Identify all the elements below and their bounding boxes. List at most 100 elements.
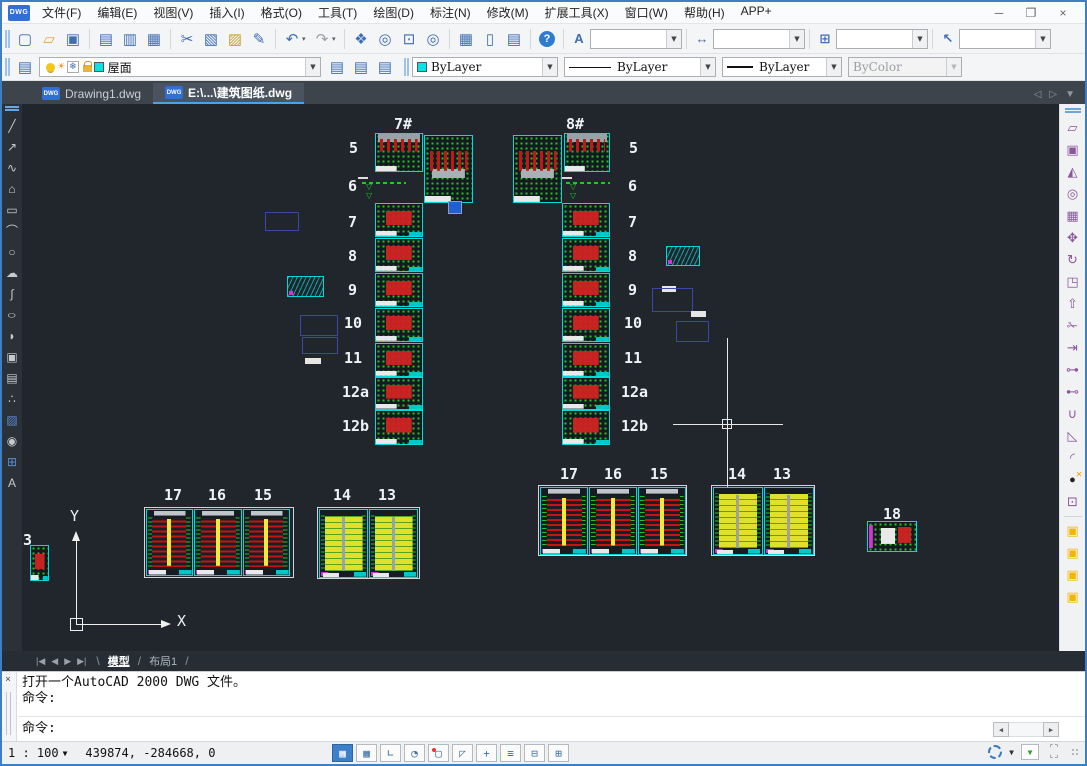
command-scrollbar[interactable]: ◀ ▶ [993,722,1059,737]
layer-combo-dropdown[interactable]: ▼ [305,58,320,76]
trim-button[interactable]: ✁ [1062,315,1084,337]
drawing-entity-floor[interactable] [375,343,423,377]
drawing-entity-floor[interactable] [562,377,610,410]
annotation-dropdown[interactable]: ▼ [1021,744,1039,760]
menu-item-10[interactable]: 窗口(W) [617,2,676,23]
sheet-nav-0[interactable]: |◀ [36,656,45,667]
erase-button[interactable]: ▱ [1062,117,1084,139]
toolbar-grip[interactable] [5,30,10,48]
drawing-entity-plan18[interactable] [867,521,917,552]
undo-button[interactable]: ↶ [280,27,304,51]
toolbar-grip[interactable] [5,58,10,76]
circle-tool[interactable]: ○ [3,241,21,262]
canvas-text-label[interactable]: 13 [773,466,791,483]
drawing-canvas[interactable]: Y X 7#8#56789101112a12b56789101112a12b17… [22,104,1059,651]
sheet-nav-1[interactable]: ◀ [51,656,58,667]
drawing-entity-floor-top[interactable] [564,133,610,172]
command-drag-grip[interactable] [6,692,11,735]
linetype-combo[interactable]: ByLayer ▼ [564,57,716,77]
cut-button[interactable]: ✂ [175,27,199,51]
drawing-entity-wfrag[interactable] [691,311,706,317]
ellipse-tool[interactable]: ○ [3,304,21,325]
restore-button[interactable]: ❐ [1017,4,1045,22]
command-close-icon[interactable]: × [5,674,11,685]
canvas-text-label[interactable]: 10 [344,315,362,332]
layer-properties-button[interactable]: ▤ [13,55,37,79]
canvas-text-label[interactable]: 6 [628,178,637,195]
drawing-entity-navy[interactable] [302,337,338,354]
scale-dropdown-icon[interactable]: ▼ [63,749,68,758]
selection-cycling-toggle[interactable]: ⊞ [548,744,569,762]
mleader-style-combo-dropdown[interactable]: ▼ [1035,30,1050,48]
canvas-text-label[interactable]: 8 [348,248,357,265]
open-button[interactable]: ▱ [37,27,61,51]
menu-item-12[interactable]: APP+ [733,2,780,23]
table-style-icon[interactable]: ⊞ [814,28,836,50]
point-tool[interactable]: ∴ [3,388,21,409]
canvas-text-label[interactable]: 6 [348,178,357,195]
grid-toggle[interactable]: ▦ [356,744,377,762]
menu-item-5[interactable]: 工具(T) [310,2,365,23]
break-at-point-button[interactable]: ⊶ [1062,359,1084,381]
canvas-text-label[interactable]: 11 [624,350,642,367]
toolbar-grip[interactable] [404,58,409,76]
redo-button[interactable]: ↷ [310,27,334,51]
save-button[interactable]: ▣ [61,27,85,51]
send-under-objects-button[interactable]: ▣ [1062,586,1084,608]
drawing-entity-floor-top[interactable] [375,133,423,172]
wipeout-button[interactable]: ⊡ [1062,491,1084,513]
hatch-tool[interactable]: ▨ [3,409,21,430]
extend-button[interactable]: ⇥ [1062,337,1084,359]
color-combo-dropdown[interactable]: ▼ [542,58,557,76]
polygon-tool[interactable]: ⌂ [3,178,21,199]
move-button[interactable]: ✥ [1062,227,1084,249]
drawing-entity-navy[interactable] [265,212,299,231]
canvas-text-label[interactable]: 12a [342,384,369,401]
lineweight-combo[interactable]: ByLayer ▼ [722,57,842,77]
drawing-entity-tower-yellow[interactable] [713,487,763,555]
polar-toggle[interactable]: ◔ [404,744,425,762]
drawing-entity-floor[interactable] [375,377,423,410]
fillet-button[interactable]: ◜ [1062,447,1084,469]
ellipse-arc-tool[interactable]: ◗ [3,325,21,346]
drawing-entity-tower-red[interactable] [589,487,637,555]
canvas-text-label[interactable]: 12a [621,384,648,401]
properties-palette-button[interactable]: ▯ [478,27,502,51]
canvas-text-label[interactable]: 3 [23,532,32,549]
toolbar-grip[interactable] [1065,108,1081,113]
print-preview-button[interactable]: ▥ [118,27,142,51]
offset-button[interactable]: ◎ [1062,183,1084,205]
menu-item-1[interactable]: 编辑(E) [89,2,145,23]
table-style-combo[interactable]: ▼ [836,29,928,49]
menu-item-3[interactable]: 插入(I) [201,2,252,23]
rectangle-tool[interactable]: ▭ [3,199,21,220]
canvas-text-label[interactable]: 8 [628,248,637,265]
drawing-entity-floor[interactable] [562,308,610,342]
linetype-combo-dropdown[interactable]: ▼ [700,58,715,76]
drawing-entity-wfrag[interactable] [305,358,321,364]
print-button[interactable]: ▤ [94,27,118,51]
canvas-text-label[interactable]: 15 [254,487,272,504]
layout-tab-模型[interactable]: 模型 [102,652,136,670]
quickcalc-button[interactable]: ▦ [454,27,478,51]
canvas-text-label[interactable]: 7 [348,214,357,231]
drawing-entity-floor[interactable] [562,410,610,445]
resize-grip[interactable] [1071,748,1079,756]
polyline-tool[interactable]: ∿ [3,157,21,178]
canvas-text-label[interactable]: 5 [629,140,638,157]
drawing-entity-floor[interactable] [562,343,610,377]
drawing-entity-floor[interactable] [375,273,423,307]
canvas-text-label[interactable]: 16 [208,487,226,504]
text-style-combo-dropdown[interactable]: ▼ [666,30,681,48]
canvas-text-label[interactable]: 5 [349,140,358,157]
new-button[interactable]: ▢ [13,27,37,51]
join-button[interactable]: ∪ [1062,403,1084,425]
break-button[interactable]: ⊷ [1062,381,1084,403]
mleader-style-combo[interactable]: ▼ [959,29,1051,49]
dynamic-input-toggle[interactable]: + [476,744,497,762]
gear-icon[interactable] [988,745,1002,759]
bulb-on-icon[interactable] [46,63,55,72]
insert-block-tool[interactable]: ▣ [3,346,21,367]
canvas-text-label[interactable]: 11 [344,350,362,367]
layer-states-button[interactable]: ▤ [373,55,397,79]
